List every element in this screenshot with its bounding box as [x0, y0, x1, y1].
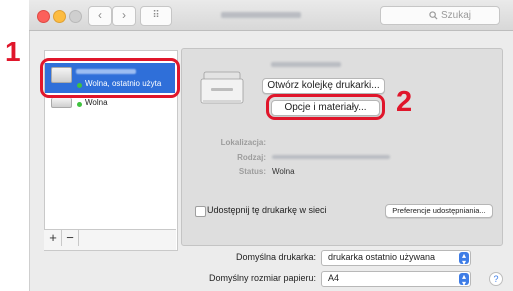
kind-label: Rodzaj: — [237, 153, 266, 162]
paper-size-label: Domyślny rozmiar papieru: — [208, 273, 316, 283]
step-2-number: 2 — [396, 86, 413, 118]
printer-name-obscured — [271, 62, 341, 67]
paper-size-value: A4 — [328, 273, 340, 283]
default-printer-value: drukarka ostatnio używana — [328, 252, 436, 262]
magnifier-icon — [429, 7, 438, 26]
remove-printer-button[interactable]: − — [62, 230, 79, 246]
select-arrows-icon: ▴ ▾ — [459, 273, 469, 288]
paper-size-select[interactable]: A4 ▴ ▾ — [321, 271, 471, 288]
step-1-number: 1 — [5, 36, 21, 67]
help-button[interactable]: ? — [489, 272, 503, 286]
forward-button[interactable]: › — [112, 6, 136, 26]
chevron-right-icon: › — [122, 8, 126, 22]
kind-value-obscured — [272, 155, 390, 159]
printer-list-item-2[interactable] — [45, 96, 175, 112]
sharing-preferences-button[interactable]: Preferencje udostępniania... — [385, 204, 493, 218]
select-arrows-icon: ▴ ▾ — [459, 252, 469, 267]
default-printer-select[interactable]: drukarka ostatnio używana ▴ ▾ — [321, 250, 471, 267]
step-2-highlight — [266, 94, 385, 120]
minimize-window-button[interactable] — [53, 10, 66, 23]
search-field[interactable]: Szukaj — [380, 6, 500, 25]
window-title-obscured — [221, 12, 301, 18]
add-printer-button[interactable]: + — [45, 230, 62, 246]
back-button[interactable]: ‹ — [88, 6, 112, 26]
step-1-highlight — [40, 58, 180, 98]
share-printer-checkbox[interactable] — [195, 206, 206, 217]
close-window-button[interactable] — [37, 10, 50, 23]
location-label: Lokalizacja: — [220, 138, 266, 147]
chevron-left-icon: ‹ — [98, 8, 102, 22]
status-value: Wolna — [272, 167, 295, 176]
share-printer-label: Udostępnij tę drukarkę w sieci — [207, 205, 327, 215]
printer-status-label: Wolna — [85, 98, 108, 107]
status-dot-icon — [77, 102, 82, 107]
grid-icon: ⠿ — [152, 10, 160, 21]
open-print-queue-button[interactable]: Otwórz kolejkę drukarki... — [262, 78, 385, 94]
search-placeholder: Szukaj — [441, 10, 472, 21]
show-all-button[interactable]: ⠿ — [140, 6, 172, 26]
zoom-window-button[interactable] — [69, 10, 82, 23]
printer-image — [200, 71, 244, 105]
status-label: Status: — [238, 167, 266, 176]
default-printer-label: Domyślna drukarka: — [235, 252, 316, 262]
